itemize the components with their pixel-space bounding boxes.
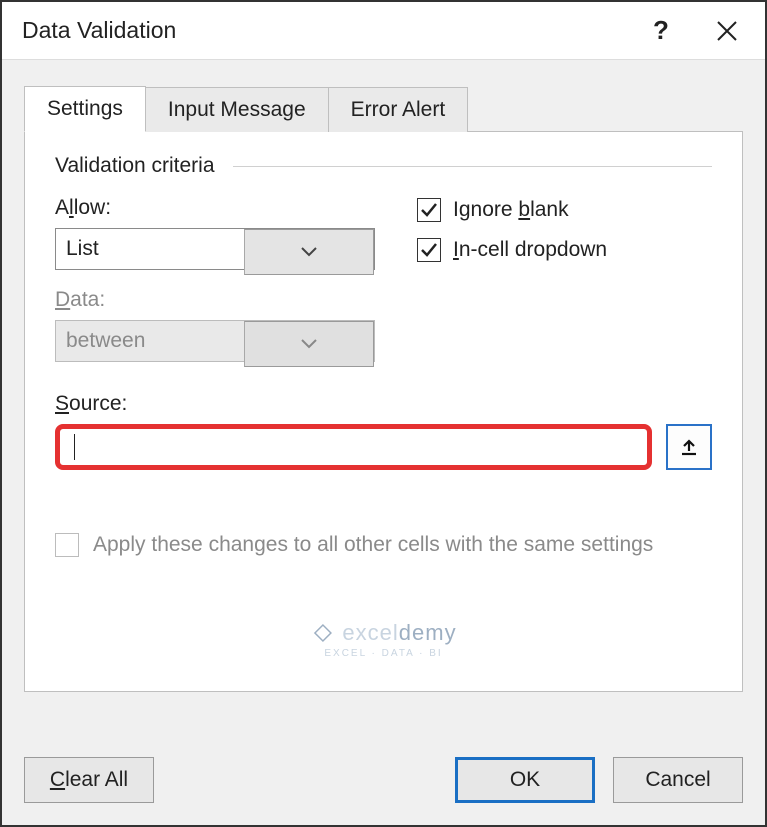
dialog-title: Data Validation <box>22 17 633 44</box>
ignore-blank-label: Ignore blank <box>453 198 569 222</box>
tab-label: Error Alert <box>351 98 446 121</box>
tab-panel-settings: Validation criteria Allow: List <box>24 132 743 692</box>
chevron-down-icon <box>301 339 317 349</box>
dialog-body: Settings Input Message Error Alert Valid… <box>2 60 765 741</box>
fieldset-legend: Validation criteria <box>55 154 225 178</box>
text-caret <box>74 434 75 460</box>
data-combo-button <box>244 321 374 367</box>
allow-combo-value: List <box>56 229 244 269</box>
ok-button[interactable]: OK <box>455 757 595 803</box>
validation-fieldset: Validation criteria Allow: List <box>55 154 712 559</box>
tab-label: Settings <box>47 97 123 120</box>
apply-same-checkbox: Apply these changes to all other cells w… <box>55 530 712 559</box>
allow-combo-button[interactable] <box>244 229 374 275</box>
allow-label-post: low: <box>74 196 111 219</box>
checkbox-box <box>55 533 79 557</box>
allow-combo[interactable]: List <box>55 228 375 270</box>
btn-u: C <box>50 768 65 792</box>
allow-label-pre: A <box>55 196 69 219</box>
checkmark-icon <box>420 241 438 259</box>
source-group: Source: <box>55 392 712 470</box>
cancel-button[interactable]: Cancel <box>613 757 743 803</box>
chk-post: lank <box>530 198 569 221</box>
chk-pre: Ignore <box>453 198 518 221</box>
titlebar: Data Validation ? <box>2 2 765 60</box>
tab-error-alert[interactable]: Error Alert <box>329 87 469 132</box>
source-label: Source: <box>55 392 712 416</box>
tab-input-message[interactable]: Input Message <box>146 87 329 132</box>
ignore-blank-checkbox[interactable]: Ignore blank <box>417 198 712 222</box>
tab-settings[interactable]: Settings <box>24 86 146 132</box>
source-input[interactable] <box>55 424 652 470</box>
clear-all-button[interactable]: Clear All <box>24 757 154 803</box>
range-picker-button[interactable] <box>666 424 712 470</box>
close-icon <box>716 20 738 42</box>
source-label-u: S <box>55 392 69 415</box>
data-label: Data: <box>55 288 395 312</box>
collapse-dialog-icon <box>679 437 699 457</box>
checkbox-box <box>417 238 441 262</box>
btn-label: Cancel <box>645 768 710 792</box>
data-label-u: D <box>55 288 70 311</box>
close-button[interactable] <box>699 3 755 59</box>
data-combo: between <box>55 320 375 362</box>
btn-post: lear All <box>65 768 128 792</box>
data-combo-value: between <box>56 321 244 361</box>
incell-dropdown-label: In-cell dropdown <box>453 238 607 262</box>
apply-same-label: Apply these changes to all other cells w… <box>93 530 653 559</box>
tab-row: Settings Input Message Error Alert <box>24 84 743 132</box>
chk-u: b <box>518 198 530 221</box>
allow-label: Allow: <box>55 196 395 220</box>
chk-post: n-cell dropdown <box>459 238 607 261</box>
checkbox-box <box>417 198 441 222</box>
incell-dropdown-checkbox[interactable]: In-cell dropdown <box>417 238 712 262</box>
dialog-footer: Clear All OK Cancel <box>2 741 765 825</box>
source-label-post: ource: <box>69 392 127 415</box>
checkmark-icon <box>420 201 438 219</box>
help-button[interactable]: ? <box>633 3 689 59</box>
chevron-down-icon <box>301 247 317 257</box>
btn-label: OK <box>510 768 540 792</box>
tab-label: Input Message <box>168 98 306 121</box>
data-validation-dialog: Data Validation ? Settings Input Message… <box>0 0 767 827</box>
data-label-post: ata: <box>70 288 105 311</box>
fieldset-line <box>233 166 712 167</box>
